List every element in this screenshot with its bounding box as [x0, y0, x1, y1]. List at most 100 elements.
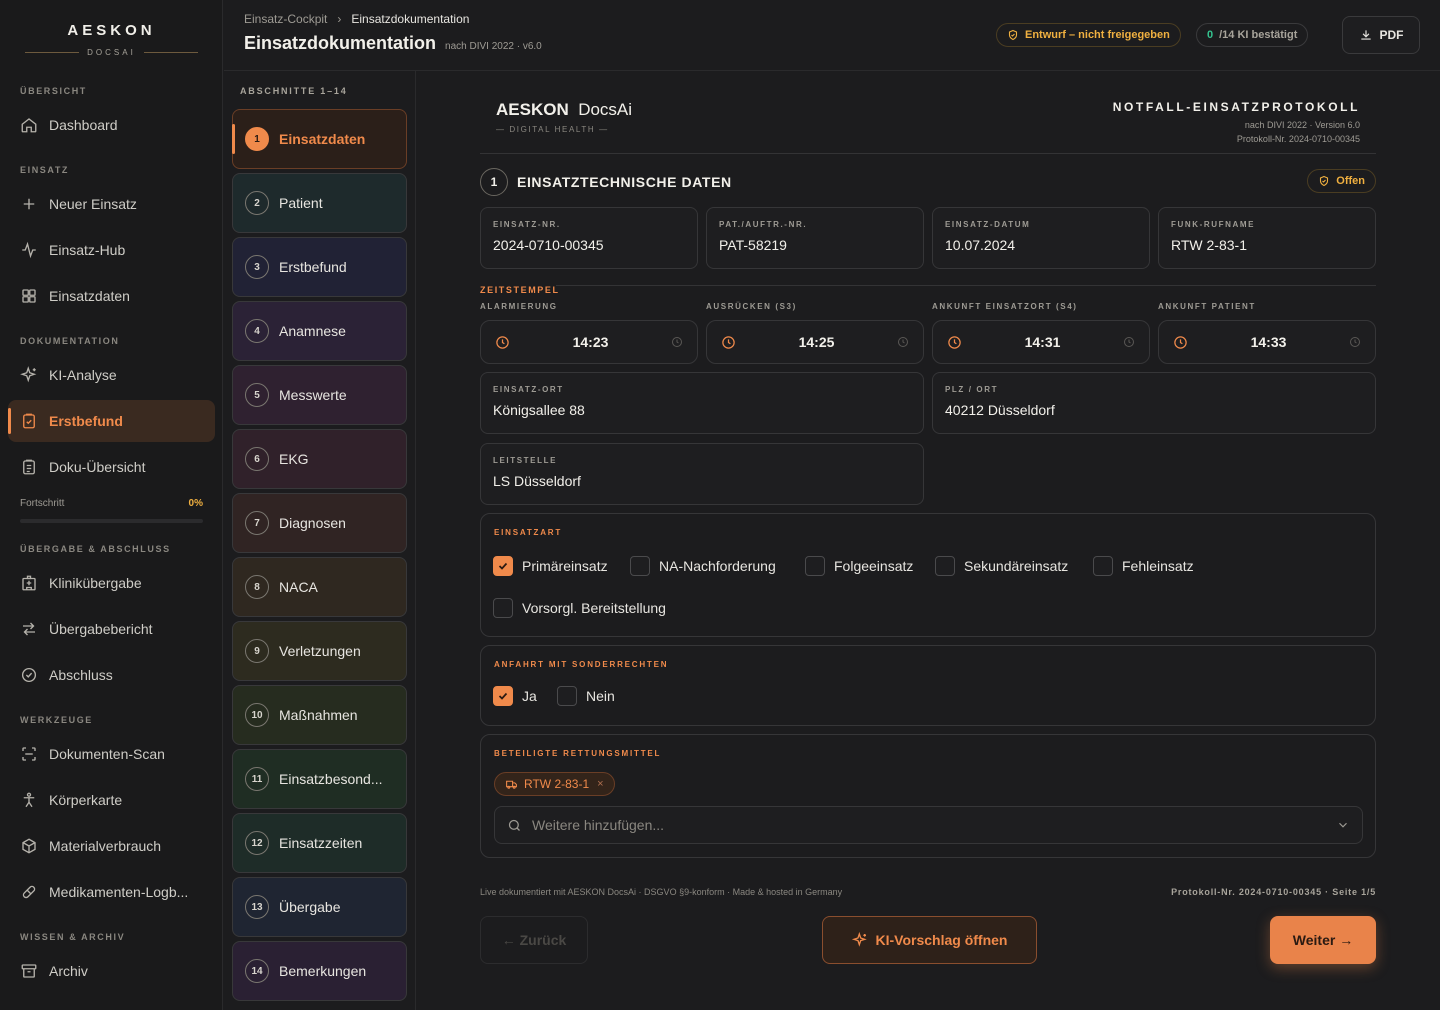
clock-picker-icon[interactable]	[1349, 336, 1361, 348]
sidebar-item-label: Körperkarte	[49, 792, 123, 808]
sidebar-item-label: Erstbefund	[49, 413, 123, 429]
section-number: 8	[245, 575, 269, 599]
breadcrumb-item[interactable]: Einsatz-Cockpit	[244, 12, 327, 26]
sidebar-item-erstbefund[interactable]: Erstbefund	[8, 400, 215, 442]
sidebar-item-neuer-einsatz[interactable]: Neuer Einsatz	[8, 183, 215, 225]
brand-sub: DOCSAI	[87, 48, 136, 57]
section-card-12[interactable]: 12 Einsatzzeiten	[232, 813, 407, 873]
leitstelle-field[interactable]: LEITSTELLE LS Düsseldorf	[480, 443, 924, 505]
section-number: 4	[245, 319, 269, 343]
scan-icon	[22, 747, 36, 761]
field-label: EINSATZ-DATUM	[945, 220, 1031, 229]
sidebar-item-einsatzdaten[interactable]: Einsatzdaten	[8, 275, 215, 317]
sidebar-item-koerperkarte[interactable]: Körperkarte	[8, 779, 215, 821]
section-number: 10	[245, 703, 269, 727]
sidebar-item-label: Archiv	[49, 963, 88, 979]
sidebar-item-materialverbrauch[interactable]: Materialverbrauch	[8, 825, 215, 867]
clock-picker-icon[interactable]	[897, 336, 909, 348]
section-number: 11	[245, 767, 269, 791]
sidebar-section-einsatz: EINSATZ	[20, 165, 70, 175]
section-card-4[interactable]: 4 Anamnese	[232, 301, 407, 361]
protocol-number: Protokoll-Nr. 2024-0710-00345	[1236, 134, 1360, 144]
checkbox-box[interactable]	[1093, 556, 1113, 576]
checkbox-box[interactable]	[493, 686, 513, 706]
checkbox-primaereinsatz[interactable]: Primäreinsatz	[493, 556, 608, 576]
funk-rufname-field[interactable]: FUNK-RUFNAME RTW 2-83-1	[1158, 207, 1376, 269]
breadcrumb: Einsatz-Cockpit › Einsatzdokumentation	[244, 12, 469, 26]
section-card-5[interactable]: 5 Messwerte	[232, 365, 407, 425]
time-input-ankunft-patient[interactable]: 14:33	[1158, 320, 1376, 364]
checkbox-vorsorgl-bereitstellung[interactable]: Vorsorgl. Bereitstellung	[493, 598, 666, 618]
section-card-9[interactable]: 9 Verletzungen	[232, 621, 407, 681]
time-value: 14:31	[1024, 334, 1061, 350]
search-icon	[508, 819, 520, 831]
checkbox-box[interactable]	[493, 598, 513, 618]
time-input-alarmierung[interactable]: 14:23	[480, 320, 698, 364]
section-card-13[interactable]: 13 Übergabe	[232, 877, 407, 937]
chevron-down-icon[interactable]	[1336, 818, 1350, 832]
section-card-7[interactable]: 7 Diagnosen	[232, 493, 407, 553]
einsatz-datum-field[interactable]: EINSATZ-DATUM 10.07.2024	[932, 207, 1150, 269]
checkbox-sekundaereinsatz[interactable]: Sekundäreinsatz	[935, 556, 1068, 576]
sidebar-item-medikamenten-logbuch[interactable]: Medikamenten-Logb...	[8, 871, 215, 913]
grid-icon	[22, 289, 36, 303]
einsatz-nr-field[interactable]: EINSATZ-NR. 2024-0710-00345	[480, 207, 698, 269]
section-label: NACA	[279, 579, 318, 595]
sidebar-item-uebergabebericht[interactable]: Übergabebericht	[8, 608, 215, 650]
sidebar-item-label: Abschluss	[49, 667, 113, 683]
checkbox-nein[interactable]: Nein	[557, 686, 615, 706]
checkbox-box[interactable]	[935, 556, 955, 576]
rettungsmittel-search-input[interactable]: Weitere hinzufügen...	[494, 806, 1363, 844]
plz-ort-field[interactable]: PLZ / ORT 40212 Düsseldorf	[932, 372, 1376, 434]
sidebar-item-klinikuebergabe[interactable]: Kliniküberg­abe	[8, 562, 215, 604]
checkbox-box[interactable]	[805, 556, 825, 576]
box-icon	[22, 838, 36, 854]
section-card-10[interactable]: 10 Maßnahmen	[232, 685, 407, 745]
section-card-11[interactable]: 11 Einsatzbesond...	[232, 749, 407, 809]
sidebar-item-label: Übergabebericht	[49, 621, 153, 637]
brand-name: AESKON	[67, 22, 156, 39]
checkbox-folgeeinsatz[interactable]: Folgeeinsatz	[805, 556, 913, 576]
back-button[interactable]: ← Zurück	[480, 916, 588, 964]
field-value: Königsallee 88	[493, 402, 585, 418]
sidebar-item-doku-uebersicht[interactable]: Doku-Übersicht	[8, 446, 215, 488]
field-value: LS Düsseldorf	[493, 473, 581, 489]
sidebar-item-archiv[interactable]: Archiv	[8, 950, 215, 992]
sidebar-item-ki-analyse[interactable]: KI-Analyse	[8, 354, 215, 396]
checkbox-na-nachforderung[interactable]: NA-Nachforderung	[630, 556, 776, 576]
sidebar-item-label: Kliniküberg­abe	[49, 575, 142, 591]
section-card-8[interactable]: 8 NACA	[232, 557, 407, 617]
pat-auftr-nr-field[interactable]: PAT./AUFTR.-NR. PAT-58219	[706, 207, 924, 269]
sidebar-item-einsatz-hub[interactable]: Einsatz-Hub	[8, 229, 215, 271]
ki-suggestion-button[interactable]: KI-Vorschlag öffnen	[822, 916, 1037, 964]
time-input-ankunft-einsatzort[interactable]: 14:31	[932, 320, 1150, 364]
clock-picker-icon[interactable]	[671, 336, 683, 348]
clock-picker-icon[interactable]	[1123, 336, 1135, 348]
checkbox-box[interactable]	[557, 686, 577, 706]
download-icon	[1360, 30, 1371, 40]
pdf-button[interactable]: PDF	[1342, 16, 1420, 54]
checkbox-label: Sekundäreinsatz	[964, 558, 1069, 574]
time-input-ausruecken[interactable]: 14:25	[706, 320, 924, 364]
document-header: AESKON DocsAi — DIGITAL HEALTH — NOTFALL…	[480, 88, 1376, 154]
field-value: RTW 2-83-1	[1171, 237, 1247, 253]
checkbox-fehleinsatz[interactable]: Fehleinsatz	[1093, 556, 1194, 576]
chip-remove-icon[interactable]: ×	[597, 778, 603, 790]
checkbox-box[interactable]	[630, 556, 650, 576]
checkbox-label: Folgeeinsatz	[834, 558, 914, 574]
section-card-1[interactable]: 1 Einsatzdaten	[232, 109, 407, 169]
progress-bar	[20, 519, 203, 523]
checkbox-box[interactable]	[493, 556, 513, 576]
section-card-2[interactable]: 2 Patient	[232, 173, 407, 233]
sidebar-item-dashboard[interactable]: Dashboard	[8, 104, 215, 146]
section-card-14[interactable]: 14 Bemerkungen	[232, 941, 407, 1001]
next-button[interactable]: Weiter →	[1270, 916, 1376, 964]
section-card-3[interactable]: 3 Erstbefund	[232, 237, 407, 297]
sidebar-item-dokumenten-scan[interactable]: Dokumenten-Scan	[8, 733, 215, 775]
section-number: 9	[245, 639, 269, 663]
sidebar-item-abschluss[interactable]: Abschluss	[8, 654, 215, 696]
section-label: Einsatzzeiten	[279, 835, 363, 851]
section-card-6[interactable]: 6 EKG	[232, 429, 407, 489]
einsatz-ort-field[interactable]: EINSATZ-ORT Königsallee 88	[480, 372, 924, 434]
checkbox-ja[interactable]: Ja	[493, 686, 537, 706]
